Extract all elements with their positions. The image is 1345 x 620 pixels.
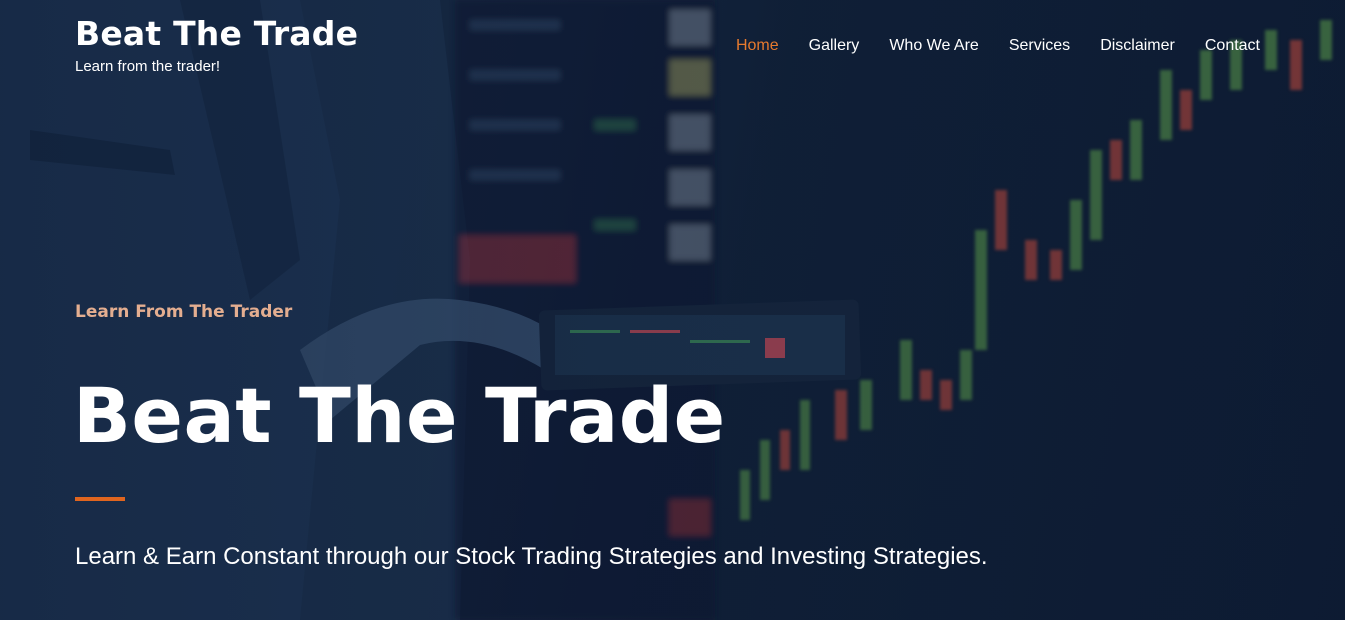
hero-title: Beat The Trade xyxy=(73,371,726,460)
nav-item-contact[interactable]: Contact xyxy=(1205,36,1260,56)
nav-item-services[interactable]: Services xyxy=(1009,36,1070,56)
nav-item-who-we-are[interactable]: Who We Are xyxy=(889,36,979,56)
main-navigation: Home Gallery Who We Are Services Disclai… xyxy=(736,36,1260,56)
nav-item-gallery[interactable]: Gallery xyxy=(809,36,860,56)
nav-item-home[interactable]: Home xyxy=(736,36,779,56)
site-branding: Beat The Trade Learn from the trader! xyxy=(75,14,358,76)
hero-subtitle: Learn & Earn Constant through our Stock … xyxy=(75,543,988,570)
hero-section: Beat The Trade Learn from the trader! Ho… xyxy=(0,0,1345,620)
site-title-link[interactable]: Beat The Trade xyxy=(75,14,358,54)
accent-divider xyxy=(75,497,125,501)
hero-eyebrow: Learn From The Trader xyxy=(75,302,293,322)
site-tagline: Learn from the trader! xyxy=(75,58,221,75)
nav-item-disclaimer[interactable]: Disclaimer xyxy=(1100,36,1175,56)
